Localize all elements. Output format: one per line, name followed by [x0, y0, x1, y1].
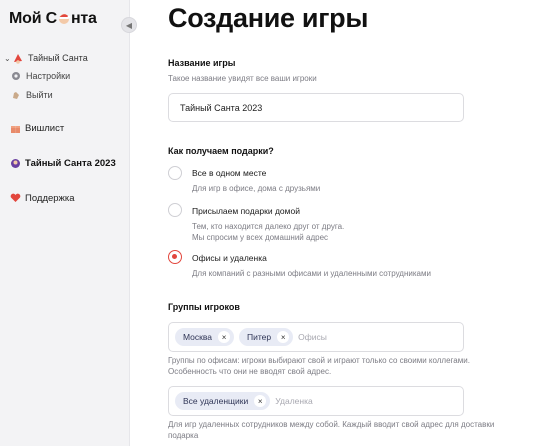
remote-tag-input[interactable]: Все удаленщики ×	[168, 386, 464, 416]
offices-hint: Особенность что они не вводят свой адрес…	[168, 367, 332, 376]
groups-section-label: Группы игроков	[168, 302, 240, 312]
game-name-input[interactable]	[168, 93, 464, 122]
logo-text-start: Мой С	[9, 10, 57, 27]
remote-hint: Для игр удаленных сотрудников между собо…	[168, 420, 495, 429]
offices-tag-input[interactable]: Москва × Питер ×	[168, 322, 464, 352]
sidebar-item-wishlist[interactable]: Вишлист	[8, 120, 64, 136]
sidebar: Мой Снта ⌄ Тайный Санта Настройки Выйти …	[0, 0, 130, 446]
radio-hint: Для игр в офисе, дома с друзьями	[192, 184, 321, 193]
gifts-section-label: Как получаем подарки?	[168, 146, 274, 156]
close-icon[interactable]: ×	[254, 395, 267, 407]
chevron-down-icon: ⌄	[4, 53, 11, 63]
sidebar-group-secret-santa[interactable]: ⌄ Тайный Санта	[4, 50, 88, 66]
chevron-left-icon: ◀	[125, 20, 133, 30]
radio-label: Офисы и удаленка	[192, 253, 267, 263]
sidebar-item-label: Вишлист	[25, 122, 65, 134]
santa-icon	[11, 52, 25, 64]
sidebar-item-logout[interactable]: Выйти	[9, 87, 53, 103]
offices-new-tag-input[interactable]	[298, 332, 379, 342]
tag-label: Москва	[183, 332, 213, 342]
sidebar-item-support[interactable]: Поддержка	[8, 190, 75, 206]
offices-hint: Группы по офисам: игроки выбирают свой и…	[168, 356, 470, 365]
radio-all-in-one-place[interactable]	[168, 166, 182, 180]
radio-label: Присылаем подарки домой	[192, 206, 300, 216]
wave-hand-icon	[9, 89, 23, 101]
radio-offices-and-remote[interactable]	[168, 250, 182, 264]
radio-hint: Тем, кто находится далеко друг от друга.	[192, 222, 345, 231]
close-icon[interactable]: ×	[218, 331, 231, 343]
sidebar-item-label: Выйти	[26, 90, 53, 100]
game-avatar-icon	[8, 157, 22, 169]
sidebar-item-label: Настройки	[26, 71, 71, 81]
sidebar-item-active-game[interactable]: Тайный Санта 2023	[8, 155, 116, 171]
gift-icon	[8, 122, 22, 134]
app-logo[interactable]: Мой С нта	[9, 10, 97, 28]
logo-text-end: нта	[70, 10, 97, 27]
santa-hat-icon	[58, 14, 71, 24]
game-name-label: Название игры	[168, 58, 236, 68]
tag-label: Все удаленщики	[183, 396, 249, 406]
radio-hint: Для компаний с разными офисами и удаленн…	[192, 269, 431, 278]
close-icon[interactable]: ×	[277, 331, 290, 343]
sidebar-group-label: Тайный Санта	[28, 53, 88, 63]
tag-chip: Все удаленщики ×	[175, 392, 271, 410]
remote-new-tag-input[interactable]	[275, 396, 356, 406]
radio-hint: Мы спросим у всех домашний адрес	[192, 233, 329, 242]
radio-label: Все в одном месте	[192, 168, 267, 178]
gear-icon	[9, 70, 23, 82]
radio-send-home[interactable]	[168, 203, 182, 217]
tag-chip: Москва ×	[175, 328, 235, 346]
game-name-hint: Такое название увидят все ваши игроки	[168, 74, 317, 83]
collapse-sidebar-button[interactable]: ◀	[121, 17, 137, 33]
tag-label: Питер	[247, 332, 272, 342]
page-title: Создание игры	[168, 3, 369, 33]
sidebar-item-label: Тайный Санта 2023	[25, 157, 116, 169]
heart-icon	[8, 192, 22, 204]
sidebar-item-label: Поддержка	[25, 192, 75, 204]
tag-chip: Питер ×	[239, 328, 294, 346]
sidebar-item-settings[interactable]: Настройки	[9, 68, 70, 84]
remote-hint: подарка	[168, 431, 199, 440]
